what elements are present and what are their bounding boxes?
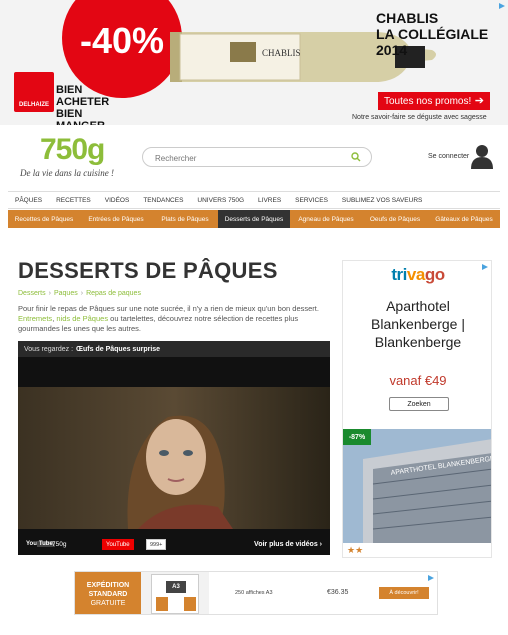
breadcrumb-desserts[interactable]: Desserts	[18, 290, 46, 297]
trivago-logo: trivago trivago	[391, 265, 445, 284]
youtube-subscribe-button[interactable]: YouTube	[102, 539, 134, 550]
bottom-banner-ad[interactable]: EXPÉDITION STANDARD GRATUITE A3 250 affi…	[74, 571, 438, 615]
breadcrumb: Desserts › Paques › Repas de paques	[18, 290, 141, 297]
search-icon[interactable]	[351, 152, 361, 162]
promo-button[interactable]: Toutes nos promos! ➔	[378, 92, 490, 110]
video-player[interactable]: Vous regardez : Œufs de Pâques surprise Y…	[18, 341, 330, 555]
subnav-desserts[interactable]: Desserts de Pâques	[218, 210, 290, 228]
breadcrumb-separator: ›	[48, 290, 51, 297]
wine-name: CHABLIS LA COLLÉGIALE 2014	[376, 10, 489, 58]
shipping-badge: EXPÉDITION STANDARD GRATUITE	[75, 572, 141, 614]
video-title-bar: Vous regardez : Œufs de Pâques surprise	[18, 341, 330, 357]
nav-item-recettes[interactable]: RECETTES	[49, 197, 98, 204]
subnav-recettes[interactable]: Recettes de Pâques	[8, 210, 80, 228]
breadcrumb-paques[interactable]: Paques	[54, 290, 78, 297]
subnav-entrees[interactable]: Entrées de Pâques	[80, 210, 152, 228]
link-entremets[interactable]: Entremets	[18, 314, 52, 323]
main-nav: PÂQUES RECETTES VIDÉOS TENDANCES UNIVERS…	[8, 191, 500, 209]
search-box	[142, 147, 372, 168]
top-banner-ad[interactable]: -40% CHABLIS DELHAIZE BIEN ACHETER BIEN …	[0, 0, 508, 125]
nav-item-services[interactable]: SERVICES	[288, 197, 335, 204]
nav-item-videos[interactable]: VIDÉOS	[98, 197, 137, 204]
channel-name[interactable]: 750g	[52, 541, 66, 548]
discover-button[interactable]: À découvrir!	[379, 587, 429, 599]
breadcrumb-separator: ›	[80, 290, 84, 297]
nav-item-livres[interactable]: LIVRES	[251, 197, 288, 204]
video-title: Œufs de Pâques surprise	[76, 345, 161, 353]
sub-nav: Recettes de Pâques Entrées de Pâques Pla…	[8, 210, 500, 228]
youtube-logo[interactable]: You Tube	[26, 541, 55, 547]
product-price: €36.35	[327, 589, 349, 596]
ad-slogan: BIEN ACHETER BIEN MANGER	[56, 84, 110, 125]
video-footer: You Tube 750g YouTube 999+ Voir plus de v…	[18, 535, 330, 555]
hotel-price: vanaf €49	[389, 373, 447, 388]
site-logo[interactable]: 750g	[40, 133, 105, 167]
hotel-rating-stars: ★★	[347, 545, 364, 555]
page-title: DESSERTS DE PÂQUES	[18, 258, 278, 283]
product-name: 250 affiches A3	[235, 590, 273, 596]
subnav-plats[interactable]: Plats de Pâques	[152, 210, 218, 228]
nav-item-paques[interactable]: PÂQUES	[8, 197, 49, 204]
arrow-right-icon: ➔	[474, 95, 484, 107]
adchoices-icon[interactable]	[498, 2, 506, 10]
nav-item-tendances[interactable]: TENDANCES	[136, 197, 190, 204]
wine-label-text: CHABLIS	[262, 48, 301, 58]
search-input[interactable]	[143, 149, 343, 168]
nav-item-sublimez[interactable]: SUBLIMEZ VOS SAVEURS	[335, 197, 429, 204]
nav-item-univers[interactable]: UNIVERS 750G	[190, 197, 251, 204]
search-hotel-button[interactable]: Zoeken	[389, 397, 449, 411]
hotel-name: Aparthotel Blankenberge | Blankenberge	[371, 298, 465, 350]
hotel-photo: APARTHOTEL BLANKENBERGE	[343, 429, 491, 543]
more-videos-link[interactable]: Voir plus de vidéos ›	[254, 541, 322, 548]
site-tagline: De la vie dans la cuisine !	[20, 168, 114, 178]
discount-badge: -87%	[343, 429, 371, 445]
intro-text: Pour finir le repas de Pâques sur une no…	[18, 304, 319, 333]
trivago-ad[interactable]: trivago trivago Aparthotel Blankenberge …	[342, 260, 492, 558]
site-header: 750g De la vie dans la cuisine ! Se conn…	[0, 125, 508, 189]
subnav-gateaux[interactable]: Gâteaux de Pâques	[428, 210, 500, 228]
poster-image: A3	[151, 574, 199, 614]
subscriber-count: 999+	[146, 539, 167, 550]
adchoices-icon[interactable]	[481, 263, 489, 271]
link-nids[interactable]: nids de Pâques	[56, 314, 108, 323]
video-frame-image[interactable]	[18, 387, 330, 529]
subnav-oeufs[interactable]: Oeufs de Pâques	[362, 210, 428, 228]
subnav-agneau[interactable]: Agneau de Pâques	[290, 210, 362, 228]
discount-label: -40%	[79, 20, 165, 61]
delhaize-logo: DELHAIZE	[14, 72, 54, 112]
ad-tagline: Notre savoir-faire se déguste avec sages…	[352, 114, 487, 121]
user-icon[interactable]	[470, 143, 494, 169]
breadcrumb-repas[interactable]: Repas de paques	[86, 290, 141, 297]
login-link[interactable]: Se connecter	[428, 153, 469, 160]
adchoices-icon[interactable]	[427, 574, 435, 582]
